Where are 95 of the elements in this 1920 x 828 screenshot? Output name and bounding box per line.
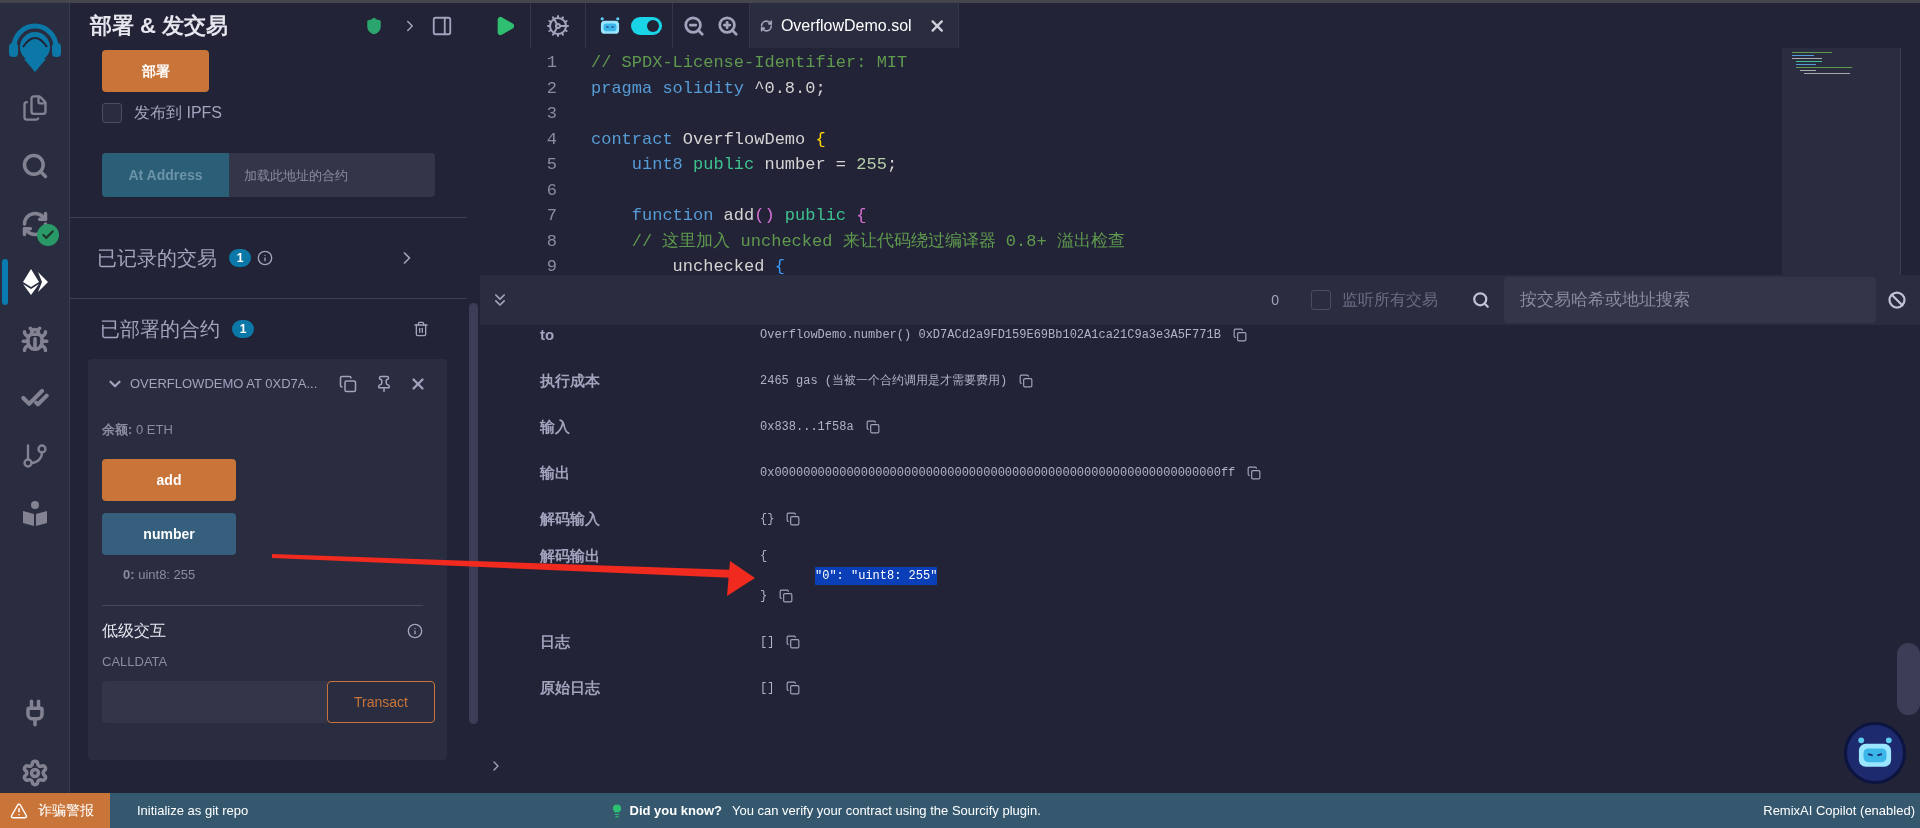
scam-alert[interactable]: 诈骗警报 bbox=[0, 793, 110, 828]
field-value: { bbox=[760, 548, 768, 565]
field-label: CALLDATA bbox=[102, 653, 169, 671]
line-number: 5 bbox=[545, 154, 557, 176]
field-value: [] bbox=[760, 680, 775, 697]
code-line: // SPDX-License-Identifier: MIT bbox=[591, 52, 908, 74]
search-field[interactable]: 按交易哈希或地址搜索 bbox=[1504, 277, 1876, 323]
code-line: unchecked { bbox=[671, 256, 785, 275]
line-number: 9 bbox=[545, 256, 557, 275]
checkbox-label: 发布到 IPFS bbox=[134, 103, 222, 123]
panel-title: 部署 & 发交易 bbox=[90, 12, 229, 40]
field-value: "0": "uint8: 255" bbox=[815, 567, 938, 585]
file-tab[interactable]: OverflowDemo.sol bbox=[749, 3, 959, 48]
count-badge: 1 bbox=[229, 249, 251, 267]
copy-icon[interactable] bbox=[779, 589, 794, 603]
copy-icon[interactable] bbox=[786, 681, 801, 695]
subsection-title: 低级交互 bbox=[102, 621, 166, 641]
scrollbar[interactable] bbox=[1897, 643, 1920, 715]
shield-icon bbox=[365, 16, 383, 35]
field-value: {} bbox=[760, 511, 775, 528]
field-label: 日志 bbox=[540, 634, 570, 650]
settings-icon bbox=[20, 759, 49, 787]
zoom-out-icon[interactable] bbox=[683, 14, 705, 37]
trash-icon[interactable] bbox=[413, 321, 429, 337]
field-label: 解码输入 bbox=[540, 511, 600, 527]
clear-icon[interactable] bbox=[1888, 291, 1906, 309]
count-badge: 1 bbox=[232, 320, 254, 338]
gear-icon[interactable] bbox=[546, 13, 570, 38]
code-line: // 这里加入 unchecked 来让代码绕过编译器 0.8+ 溢出检查 bbox=[630, 230, 1125, 253]
address-field[interactable]: 加载此地址的合约 bbox=[229, 153, 435, 197]
field-value: 0x00000000000000000000000000000000000000000000000000000000000000ff bbox=[760, 465, 1236, 482]
git-branch-icon bbox=[20, 442, 49, 470]
tab-label: OverflowDemo.sol bbox=[780, 15, 912, 36]
code-line: contract OverflowDemo { bbox=[591, 128, 826, 151]
info-icon[interactable] bbox=[257, 250, 273, 266]
calldata-field[interactable] bbox=[102, 681, 327, 723]
contract-name: OVERFLOWDEMO AT 0XD7A... bbox=[130, 375, 318, 394]
line-number: 2 bbox=[545, 77, 557, 100]
field-label: 解码输出 bbox=[540, 548, 600, 564]
section-title: 已部署的合约 bbox=[100, 317, 220, 342]
field-label: 输入 bbox=[540, 419, 570, 435]
copy-icon[interactable] bbox=[786, 635, 801, 649]
pending-count: 0 bbox=[1271, 290, 1279, 310]
reader-icon bbox=[20, 500, 49, 528]
search-icon[interactable] bbox=[1472, 291, 1490, 309]
scrollbar[interactable] bbox=[469, 303, 478, 724]
code-line: function add() public { bbox=[630, 205, 867, 227]
field-value: 0x838...1f58a bbox=[760, 419, 854, 436]
search-icon bbox=[20, 152, 49, 180]
copy-icon[interactable] bbox=[1232, 328, 1247, 342]
line-number: 7 bbox=[545, 205, 557, 227]
pin-icon[interactable] bbox=[375, 375, 393, 393]
panel-toggle-icon[interactable] bbox=[431, 14, 453, 37]
deploy-button[interactable]: 部署 bbox=[102, 50, 209, 92]
info-icon[interactable] bbox=[407, 623, 423, 639]
line-number: 4 bbox=[545, 128, 557, 151]
function-button[interactable]: number bbox=[102, 513, 236, 555]
zoom-in-icon[interactable] bbox=[717, 14, 739, 37]
tip-title: Did you know? bbox=[629, 801, 722, 820]
code-line: pragma solidity ^0.8.0; bbox=[591, 77, 826, 100]
tip-text: You can verify your contract using the Sourcify plugin. bbox=[731, 801, 1041, 820]
checkbox[interactable] bbox=[1311, 290, 1331, 310]
bug-icon bbox=[20, 326, 49, 354]
function-output: 0: uint8: 255 bbox=[123, 566, 197, 584]
at-address-button[interactable]: At Address bbox=[102, 153, 229, 197]
field-label: 输出 bbox=[540, 465, 570, 481]
function-button[interactable]: add bbox=[102, 459, 236, 501]
copy-icon[interactable] bbox=[1019, 374, 1034, 388]
close-icon[interactable] bbox=[409, 375, 427, 393]
field-label: 执行成本 bbox=[540, 373, 600, 389]
line-number: 8 bbox=[545, 230, 557, 253]
section-title: 已记录的交易 bbox=[97, 246, 217, 271]
warning-icon bbox=[10, 801, 28, 820]
git-init-link[interactable]: Initialize as git repo bbox=[137, 800, 249, 821]
files-icon bbox=[20, 94, 49, 122]
line-number: 6 bbox=[545, 179, 557, 202]
checkbox[interactable] bbox=[102, 103, 122, 123]
line-number: 1 bbox=[545, 52, 557, 74]
copy-icon[interactable] bbox=[1247, 466, 1262, 480]
copy-icon[interactable] bbox=[865, 420, 880, 434]
field-label: to bbox=[540, 327, 555, 343]
field-value: OverflowDemo.number() 0xD7ACd2a9FD159E69Bb102A1ca21C9a3e3A5F771B bbox=[760, 327, 1221, 344]
line-number: 3 bbox=[545, 103, 557, 125]
field-value: } bbox=[760, 588, 768, 605]
transact-button[interactable]: Transact bbox=[327, 681, 435, 723]
balance-text: 余额: 0 ETH bbox=[102, 421, 174, 439]
copilot-toggle[interactable] bbox=[630, 16, 662, 35]
field-label: 原始日志 bbox=[540, 680, 600, 696]
code-line: uint8 public number = 255; bbox=[630, 154, 898, 176]
field-value: 2465 gas (当被一个合约调用是才需要费用) bbox=[760, 373, 1008, 390]
copilot-status[interactable]: RemixAI Copilot (enabled) bbox=[1763, 800, 1915, 821]
checkbox-label: 监听所有交易 bbox=[1342, 290, 1438, 310]
copy-icon[interactable] bbox=[339, 375, 357, 393]
copy-icon[interactable] bbox=[786, 512, 801, 526]
field-value: [] bbox=[760, 634, 775, 651]
